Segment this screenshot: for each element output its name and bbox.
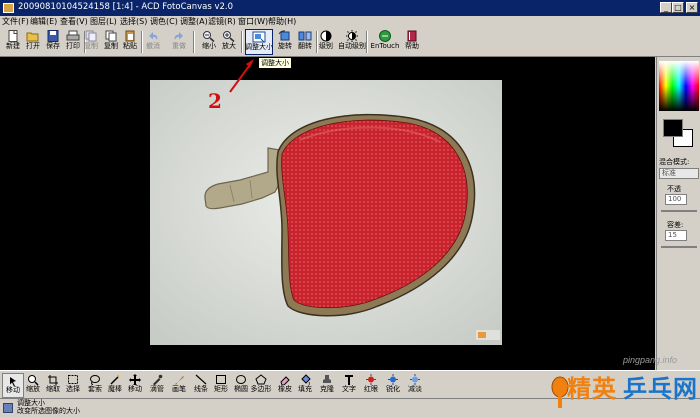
- eyedropper-icon: [153, 374, 163, 385]
- window-title: 20090810104524158 [1:4] - ACD FotoCanvas…: [18, 2, 234, 12]
- watermark-brand-1: 精英: [567, 375, 617, 403]
- help-book-icon: [407, 30, 417, 42]
- rotate-icon: [278, 30, 290, 41]
- annotation-arrow-icon: [229, 59, 254, 93]
- minimize-button[interactable]: _: [660, 2, 672, 13]
- brush-icon: [175, 376, 184, 385]
- fill-icon: [301, 374, 311, 385]
- tolerance-input[interactable]: 15: [665, 230, 687, 241]
- zoom-out-icon: [203, 31, 215, 42]
- color-picker-spectrum[interactable]: [659, 61, 699, 111]
- copy-icon: [85, 30, 97, 42]
- menu-color[interactable]: 调色(C): [150, 16, 178, 28]
- toolbar-zoom-in-button[interactable]: 放大: [218, 29, 240, 55]
- paste-icon: [125, 30, 135, 42]
- opacity-slider[interactable]: [661, 210, 697, 212]
- eraser-icon: [280, 376, 290, 385]
- menu-select[interactable]: 选择(S): [120, 16, 147, 28]
- clone-stamp-icon: [323, 375, 331, 383]
- menu-help[interactable]: 帮助(H): [268, 16, 296, 28]
- watermark-brand-2: 乒乓网: [623, 375, 698, 403]
- menu-adjust[interactable]: 调整(A): [180, 16, 208, 28]
- magic-wand-icon: [110, 375, 119, 385]
- resize-icon: [252, 31, 266, 43]
- line-icon: [195, 374, 207, 385]
- app-icon: [3, 3, 14, 13]
- zoom-in-icon: [223, 31, 235, 42]
- opacity-input[interactable]: 100: [665, 194, 687, 205]
- menu-window[interactable]: 窗口(W): [238, 16, 268, 28]
- status-resize-icon: [3, 403, 13, 413]
- watermark: pingpang.info 精英 乒乓网: [545, 355, 700, 417]
- redo-icon: [174, 32, 183, 40]
- move-arrows-icon: [129, 374, 141, 385]
- menu-layer[interactable]: 图层(L): [90, 16, 117, 28]
- tool-dodge-button[interactable]: 减淡: [404, 373, 426, 398]
- toolbar-auto-levels-button[interactable]: 自动级别: [338, 29, 366, 55]
- title-bar: 20090810104524158 [1:4] - ACD FotoCanvas…: [0, 0, 700, 16]
- tooltip: 调整大小: [258, 57, 292, 69]
- close-button[interactable]: ×: [686, 2, 698, 13]
- entouch-icon: [379, 30, 391, 42]
- rectangle-icon: [216, 375, 226, 384]
- toolbar-help-button[interactable]: 帮助: [401, 29, 423, 55]
- menu-file[interactable]: 文件(F): [2, 16, 29, 28]
- tolerance-label: 容差:: [667, 221, 684, 229]
- annotation-step-number: 2: [208, 89, 222, 113]
- copy-icon: [105, 30, 117, 42]
- flip-icon: [298, 31, 312, 41]
- blend-mode-label: 混合模式:: [659, 158, 690, 166]
- status-description: 改变所选图像的大小: [17, 407, 80, 415]
- zoom-tool-icon: [28, 375, 39, 385]
- open-folder-icon: [26, 32, 39, 42]
- tolerance-slider[interactable]: [661, 246, 697, 248]
- dodge-icon: [410, 374, 420, 385]
- right-panel: 混合模式: 标准 不透 100 容差: 15: [656, 57, 700, 370]
- main-toolbar: 新建 打开 保存 打印 复制 复制 粘贴 撤消 重做 缩小 放大 调整大小 旋转…: [0, 28, 700, 57]
- save-icon: [47, 30, 59, 42]
- toolbar-undo-button[interactable]: 撤消: [142, 29, 164, 55]
- toolbar-redo-button[interactable]: 重做: [168, 29, 190, 55]
- ellipse-icon: [236, 375, 246, 384]
- levels-icon: [320, 30, 332, 42]
- tool-polygon-button[interactable]: 多边形: [250, 373, 272, 398]
- photo-image: [150, 80, 502, 345]
- print-icon: [66, 30, 80, 41]
- undo-icon: [149, 32, 158, 40]
- color-swatches[interactable]: [661, 117, 697, 151]
- toolbar-levels-button[interactable]: 级别: [315, 29, 337, 55]
- menu-view[interactable]: 查看(V): [60, 16, 88, 28]
- menu-filter[interactable]: 滤镜(R): [208, 16, 236, 28]
- watermark-url: pingpang.info: [623, 355, 678, 365]
- maximize-button[interactable]: □: [672, 2, 684, 13]
- crop-tool-icon: [48, 375, 58, 385]
- blend-mode-select[interactable]: 标准: [659, 168, 699, 179]
- table-tennis-paddle-image: [150, 80, 502, 345]
- rect-select-icon: [68, 375, 78, 384]
- menu-edit[interactable]: 编辑(E): [30, 16, 57, 28]
- new-file-icon: [8, 30, 18, 42]
- toolbar-resize-button[interactable]: 调整大小: [245, 29, 273, 55]
- toolbar-entouch-button[interactable]: EnTouch: [371, 29, 399, 55]
- opacity-label: 不透: [667, 185, 681, 193]
- lasso-icon: [90, 375, 100, 385]
- red-eye-icon: [366, 374, 376, 385]
- sharpen-icon: [388, 374, 398, 385]
- menu-bar: 文件(F) 编辑(E) 查看(V) 图层(L) 选择(S) 调色(C) 调整(A…: [0, 16, 700, 28]
- auto-levels-icon: [346, 30, 358, 42]
- text-tool-icon: [345, 375, 353, 385]
- polygon-icon: [255, 374, 267, 385]
